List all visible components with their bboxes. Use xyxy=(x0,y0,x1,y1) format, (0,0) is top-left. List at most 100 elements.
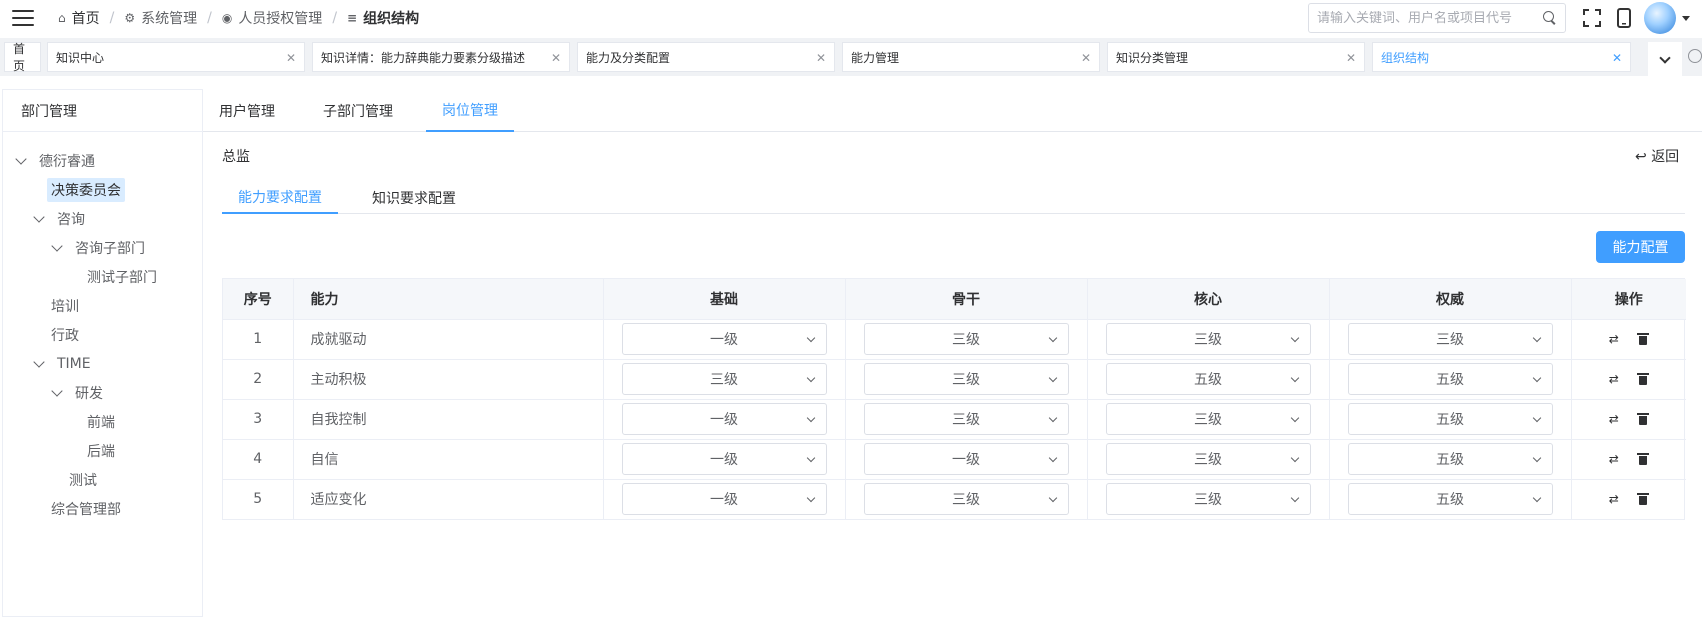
tag-knowledge-category-management[interactable]: 知识分类管理 ✕ xyxy=(1107,42,1365,72)
chevron-down-icon xyxy=(1048,373,1057,383)
expand-arrow-icon[interactable] xyxy=(51,384,63,397)
basic-level-select[interactable]: 一级 xyxy=(621,443,827,475)
tree-node[interactable]: 后端 xyxy=(3,436,202,465)
expand-arrow-icon[interactable] xyxy=(51,239,63,252)
authority-level-select[interactable]: 五级 xyxy=(1347,483,1553,516)
backbone-level-select[interactable]: 三级 xyxy=(863,323,1069,355)
tree-node[interactable]: TIME xyxy=(3,349,202,378)
tree-node[interactable]: 测试子部门 xyxy=(3,262,202,291)
authority-level-select[interactable]: 五级 xyxy=(1347,443,1553,475)
chevron-down-icon xyxy=(1290,494,1299,503)
tree-node[interactable]: 前端 xyxy=(3,407,202,436)
tab-knowledge-requirements[interactable]: 知识要求配置 xyxy=(356,181,472,214)
backbone-level-select[interactable]: 一级 xyxy=(863,443,1069,475)
ability-name: 主动积极 xyxy=(293,359,604,400)
tree-node[interactable]: 行政 xyxy=(3,320,202,349)
expand-arrow-icon[interactable] xyxy=(33,210,45,223)
breadcrumb: ⌂ 首页 / ⚙ 系统管理 / ◉ 人员授权管理 / ≡ 组织结构 xyxy=(58,8,420,28)
swap-icon[interactable]: ⇄ xyxy=(1609,372,1619,386)
ability-config-button[interactable]: 能力配置 xyxy=(1596,231,1685,263)
core-level-select[interactable]: 三级 xyxy=(1105,403,1311,435)
tab-user-management[interactable]: 用户管理 xyxy=(203,89,291,132)
column-header-actions: 操作 xyxy=(1571,279,1686,320)
delete-icon[interactable] xyxy=(1636,373,1649,385)
tag-ability-category-config[interactable]: 能力及分类配置 ✕ xyxy=(577,42,835,72)
fullscreen-icon[interactable] xyxy=(1577,3,1607,33)
tree-node[interactable]: 测试 xyxy=(3,465,202,494)
chevron-down-icon xyxy=(1532,413,1541,423)
basic-level-select[interactable]: 一级 xyxy=(621,483,827,516)
back-button[interactable]: ↩ 返回 xyxy=(1635,146,1679,166)
chevron-down-icon xyxy=(1659,52,1671,64)
tag-ability-management[interactable]: 能力管理 ✕ xyxy=(842,42,1100,72)
tree-node[interactable]: 决策委员会 xyxy=(3,175,202,204)
user-menu[interactable] xyxy=(1644,2,1690,34)
delete-icon[interactable] xyxy=(1636,493,1649,506)
close-icon[interactable]: ✕ xyxy=(1346,51,1356,65)
core-level-select[interactable]: 五级 xyxy=(1105,363,1311,395)
ability-name: 成就驱动 xyxy=(293,319,604,360)
breadcrumb-home[interactable]: ⌂ 首页 xyxy=(58,8,100,28)
tag-home[interactable]: 首页 xyxy=(4,42,41,73)
authority-level-select[interactable]: 五级 xyxy=(1347,403,1553,435)
core-level-select[interactable]: 三级 xyxy=(1105,443,1311,475)
backbone-level-select[interactable]: 三级 xyxy=(863,403,1069,435)
column-header-index: 序号 xyxy=(223,279,294,320)
hamburger-menu-icon[interactable] xyxy=(12,10,34,26)
mobile-icon[interactable] xyxy=(1609,3,1639,33)
backbone-level-select[interactable]: 三级 xyxy=(863,483,1069,516)
position-title: 总监 xyxy=(222,149,250,165)
tree-node[interactable]: 培训 xyxy=(3,291,202,320)
tag-knowledge-detail[interactable]: 知识详情：能力辞典能力要素分级描述 ✕ xyxy=(312,42,570,72)
search-input[interactable] xyxy=(1317,10,1543,26)
chevron-down-icon xyxy=(806,494,815,503)
search-icon[interactable] xyxy=(1543,11,1557,25)
tags-dropdown-button[interactable] xyxy=(1648,42,1682,78)
core-level-select[interactable]: 三级 xyxy=(1105,483,1311,516)
tag-knowledge-center[interactable]: 知识中心 ✕ xyxy=(47,42,305,72)
breadcrumb-authorization[interactable]: ◉ 人员授权管理 xyxy=(222,8,322,28)
tab-position-management[interactable]: 岗位管理 xyxy=(426,89,514,132)
column-header-authority: 权威 xyxy=(1329,279,1572,320)
column-header-core: 核心 xyxy=(1087,279,1330,320)
chevron-down-icon xyxy=(1290,373,1299,383)
tag-org-structure[interactable]: 组织结构 ✕ xyxy=(1372,42,1631,72)
close-icon[interactable]: ✕ xyxy=(1612,51,1622,65)
user-circle-icon: ◉ xyxy=(221,11,233,25)
tree-node[interactable]: 咨询子部门 xyxy=(3,233,202,262)
swap-icon[interactable]: ⇄ xyxy=(1609,412,1619,426)
close-icon[interactable]: ✕ xyxy=(286,51,296,65)
tab-ability-requirements[interactable]: 能力要求配置 xyxy=(222,181,338,214)
close-icon[interactable]: ✕ xyxy=(816,51,826,65)
close-icon[interactable]: ✕ xyxy=(1081,51,1091,65)
swap-icon[interactable]: ⇄ xyxy=(1609,332,1619,346)
table-row: 5 适应变化 一级 三级 三级 五级 ⇄ xyxy=(223,479,1686,519)
core-level-select[interactable]: 三级 xyxy=(1105,323,1311,355)
authority-level-select[interactable]: 五级 xyxy=(1347,363,1553,395)
backbone-level-select[interactable]: 三级 xyxy=(863,363,1069,395)
expand-arrow-icon[interactable] xyxy=(15,152,27,165)
chevron-down-icon xyxy=(1048,494,1057,503)
swap-icon[interactable]: ⇄ xyxy=(1609,452,1619,466)
department-panel-title: 部门管理 xyxy=(3,90,202,132)
tree-node[interactable]: 研发 xyxy=(3,378,202,407)
tab-sub-department-management[interactable]: 子部门管理 xyxy=(307,89,409,132)
basic-level-select[interactable]: 一级 xyxy=(621,403,827,435)
delete-icon[interactable] xyxy=(1636,413,1649,425)
basic-level-select[interactable]: 一级 xyxy=(621,323,827,355)
tree-node[interactable]: 综合管理部 xyxy=(3,494,202,523)
tree-node[interactable]: 德衍睿通 xyxy=(3,146,202,175)
swap-icon[interactable]: ⇄ xyxy=(1609,492,1619,506)
basic-level-select[interactable]: 三级 xyxy=(621,363,827,395)
column-header-basic: 基础 xyxy=(603,279,846,320)
tree-node[interactable]: 咨询 xyxy=(3,204,202,233)
close-icon[interactable]: ✕ xyxy=(551,51,561,65)
close-all-tags-icon[interactable] xyxy=(1688,49,1702,63)
delete-icon[interactable] xyxy=(1636,453,1649,465)
expand-arrow-icon[interactable] xyxy=(33,355,45,368)
authority-level-select[interactable]: 三级 xyxy=(1347,323,1553,355)
delete-icon[interactable] xyxy=(1636,333,1649,345)
breadcrumb-system[interactable]: ⚙ 系统管理 xyxy=(124,8,197,28)
table-row: 2 主动积极 三级 三级 五级 五级 ⇄ xyxy=(223,359,1686,400)
chevron-down-icon xyxy=(1290,413,1299,423)
